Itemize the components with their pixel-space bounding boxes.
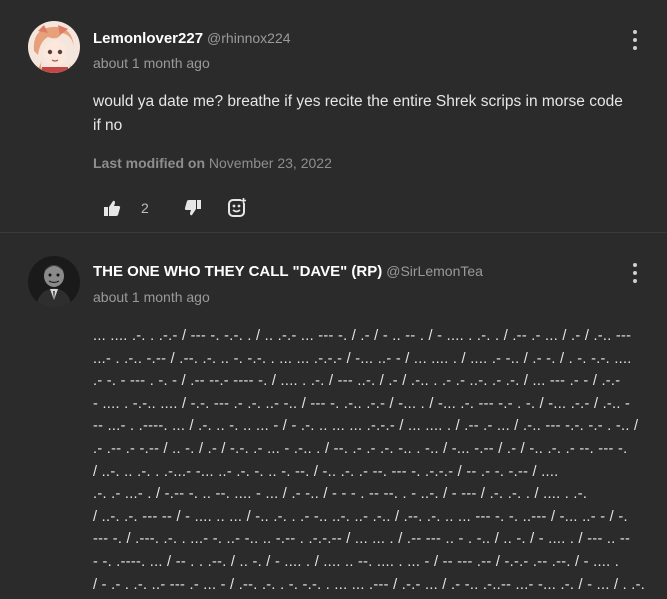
avatar-image [28, 256, 80, 308]
thumbs-up-icon [104, 200, 121, 216]
morse-line: .- .-- .- -.-- / .. -. / .- / -.-. .- ..… [93, 440, 628, 457]
morse-line: / ..-. .-. --- -- / - .... .. ... / -.. … [93, 508, 628, 525]
author-handle[interactable]: @SirLemonTea [386, 263, 483, 279]
author: Lemonlover227 @rhinnox224 [93, 30, 291, 47]
morse-line: - -. .----. ... / -- . . .--. / .. -. / … [93, 553, 620, 570]
author-name[interactable]: THE ONE WHO THEY CALL "DAVE" (RP) [93, 263, 382, 280]
more-vertical-icon[interactable] [630, 263, 640, 283]
morse-line: / ..-. .. .-. . .-...- -... ..- .-. -. .… [93, 463, 559, 480]
more-vertical-icon[interactable] [630, 30, 640, 50]
morse-line: .- -. - --- . -. - / .-- --.- ---- -. / … [93, 373, 621, 390]
comment: Lemonlover227 @rhinnox224 about 1 month a… [0, 0, 667, 232]
thumbs-down-icon [184, 200, 201, 216]
comment-body: would ya date me? breathe if yes recite … [93, 93, 623, 134]
morse-line: / - .- . .-. ..- --- .- ... - / .--. .-.… [93, 576, 645, 593]
avatar-image [28, 21, 80, 73]
like-count: 2 [141, 200, 149, 216]
like-button[interactable] [103, 196, 121, 220]
timestamp: about 1 month ago [93, 289, 210, 305]
emoji-reaction-icon [228, 198, 246, 217]
author-handle[interactable]: @rhinnox224 [207, 30, 291, 46]
last-modified-date: November 23, 2022 [208, 155, 332, 171]
comment: THE ONE WHO THEY CALL "DAVE" (RP) @SirLem… [0, 232, 667, 599]
comment-body: ... .... .-. . .-.- / --- -. -.-. . / ..… [93, 325, 645, 596]
react-button[interactable] [227, 196, 247, 220]
avatar[interactable] [28, 256, 80, 308]
timestamp: about 1 month ago [93, 55, 210, 71]
morse-line: ...- . .-.. -.-- / .--. .-. .. -. -.-. .… [93, 350, 632, 367]
morse-line: -- ...- . .----. ... / .-. .. -. .. ... … [93, 418, 639, 435]
dislike-button[interactable] [184, 196, 202, 220]
author: THE ONE WHO THEY CALL "DAVE" (RP) @SirLem… [93, 263, 483, 280]
morse-line: - .... . -.-.. .... / -.-. --- .- .-. ..… [93, 395, 631, 412]
avatar[interactable] [28, 21, 80, 73]
morse-line: .-. .- ...- . / -.-- -. .. --. .... - ..… [93, 486, 588, 503]
last-modified-label: Last modified on [93, 155, 205, 171]
author-name[interactable]: Lemonlover227 [93, 30, 203, 47]
morse-line: --- -. / .---. .-. . ...- -. ..- -.. .. … [93, 531, 631, 548]
last-modified: Last modified on November 23, 2022 [93, 155, 332, 171]
morse-line: ... .... .-. . .-.- / --- -. -.-. . / ..… [93, 328, 632, 344]
